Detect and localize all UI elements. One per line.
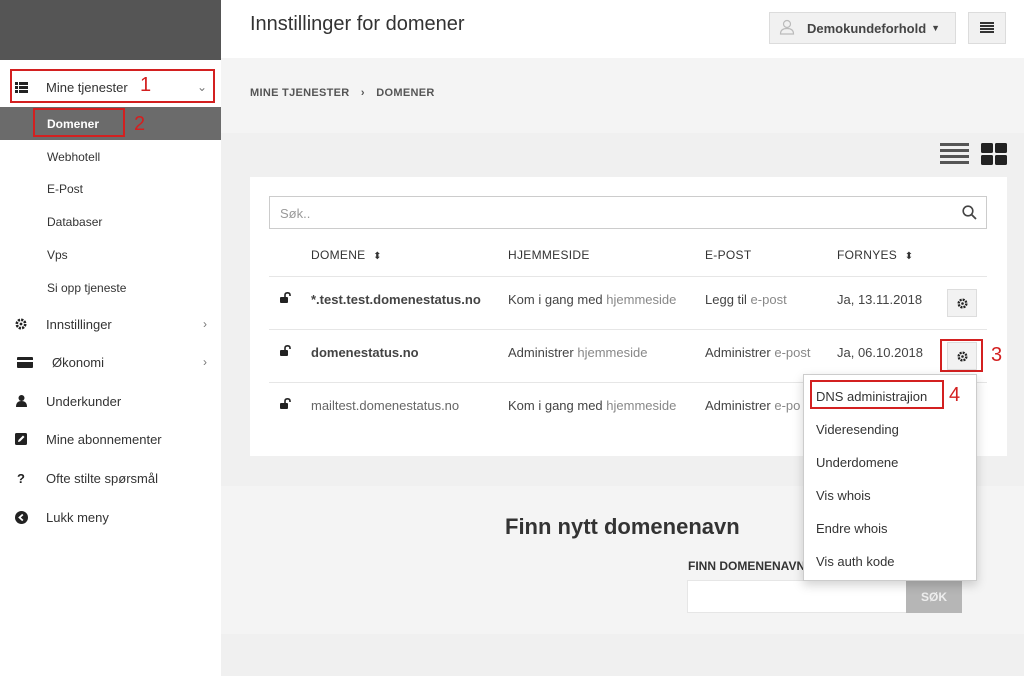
unlocked-icon <box>280 291 292 307</box>
domain-name[interactable]: domenestatus.no <box>311 345 419 360</box>
divider <box>269 276 987 277</box>
account-dropdown-button[interactable]: Demokundeforhold ▼ <box>769 12 956 44</box>
breadcrumb-item-mine-tjenester[interactable]: MINE TJENESTER <box>250 87 350 99</box>
caret-down-icon: ▼ <box>931 23 941 33</box>
website-action[interactable]: Kom i gang med hjemmeside <box>508 292 676 307</box>
renew-date: Ja, 13.11.2018 <box>837 292 923 307</box>
breadcrumb-item-domener: DOMENER <box>376 87 435 99</box>
menu-item-label: Innstillinger <box>46 316 112 332</box>
menu-icon <box>980 21 994 36</box>
column-header-domene[interactable]: DOMENE ⬍ <box>311 248 382 262</box>
question-icon: ? <box>17 470 25 486</box>
menu-item-lukk-meny[interactable]: Lukk meny <box>0 498 221 536</box>
breadcrumb-separator: › <box>360 87 365 99</box>
submenu-item-webhotell[interactable]: Webhotell <box>0 140 221 173</box>
unlocked-icon <box>280 344 292 360</box>
chevron-right-icon: › <box>203 317 207 331</box>
annotation-number-4: 4 <box>949 384 961 406</box>
find-domain-input[interactable] <box>687 580 907 613</box>
dropdown-item-vis-whois[interactable]: Vis whois <box>816 488 871 503</box>
find-domain-label: FINN DOMENENAVN <box>688 559 806 573</box>
row-settings-button[interactable] <box>947 289 977 317</box>
annotation-box-1 <box>10 69 215 103</box>
top-bar: Innstillinger for domener Demokundeforho… <box>221 0 1024 58</box>
menu-item-underkunder[interactable]: Underkunder <box>0 382 221 420</box>
submenu-item-epost[interactable]: E-Post <box>0 172 221 205</box>
search-input[interactable]: Søk.. <box>269 196 987 229</box>
find-domain-search-button[interactable]: SØK <box>906 580 962 613</box>
menu-item-label: Økonomi <box>52 354 105 370</box>
annotation-number-2: 2 <box>134 113 146 135</box>
submenu-item-si-opp[interactable]: Si opp tjeneste <box>0 271 221 304</box>
menu-item-innstillinger[interactable]: Innstillinger › <box>0 305 221 343</box>
menu-item-label: Underkunder <box>46 393 122 409</box>
account-label: Demokundeforhold <box>807 20 927 36</box>
search-icon[interactable] <box>962 205 977 223</box>
divider <box>269 329 987 330</box>
dropdown-item-vis-auth-kode[interactable]: Vis auth kode <box>816 554 895 569</box>
email-action[interactable]: Administrer e-po <box>705 398 800 413</box>
annotation-box-2 <box>33 108 125 137</box>
sort-icon: ⬍ <box>373 251 382 262</box>
sort-icon: ⬍ <box>904 251 914 262</box>
submenu-item-databaser[interactable]: Databaser <box>0 205 221 238</box>
column-header-epost: E-POST <box>705 248 752 262</box>
dropdown-item-underdomene[interactable]: Underdomene <box>816 455 898 470</box>
menu-toggle-button[interactable] <box>968 12 1006 44</box>
credit-card-icon <box>0 356 52 368</box>
view-toggles <box>940 143 1007 169</box>
menu-item-label: Ofte stilte spørsmål <box>46 470 158 486</box>
gear-icon <box>956 297 968 309</box>
menu-item-faq[interactable]: ? Ofte stilte spørsmål <box>0 459 221 497</box>
unlocked-icon <box>280 397 292 413</box>
menu-item-label: Lukk meny <box>46 509 109 525</box>
chevron-right-icon: › <box>203 355 207 369</box>
breadcrumb: MINE TJENESTER › DOMENER <box>221 58 1024 133</box>
annotation-box-4 <box>810 380 944 409</box>
user-outline-icon <box>779 19 795 38</box>
annotation-number-1: 1 <box>140 74 152 96</box>
user-icon <box>0 395 46 407</box>
website-action[interactable]: Administrer hjemmeside <box>508 345 647 360</box>
annotation-number-3: 3 <box>991 344 1003 366</box>
menu-item-label: Mine abonnementer <box>46 431 162 447</box>
dropdown-item-endre-whois[interactable]: Endre whois <box>816 521 888 536</box>
grid-view-icon[interactable] <box>981 143 1007 169</box>
column-header-fornyes[interactable]: FORNYES ⬍ <box>837 248 913 262</box>
email-action[interactable]: Administrer e-post <box>705 345 811 360</box>
domain-name[interactable]: *.test.test.domenestatus.no <box>311 292 481 307</box>
menu-item-mine-abonnementer[interactable]: Mine abonnementer <box>0 420 221 458</box>
list-view-icon[interactable] <box>940 143 969 169</box>
circle-left-icon <box>0 510 46 524</box>
sidebar-logo-area <box>0 0 221 60</box>
edit-square-icon <box>0 433 46 445</box>
annotation-box-3 <box>940 339 983 372</box>
dropdown-item-videresending[interactable]: Videresending <box>816 422 899 437</box>
email-action[interactable]: Legg til e-post <box>705 292 787 307</box>
submenu-item-vps[interactable]: Vps <box>0 238 221 271</box>
search-placeholder: Søk.. <box>280 206 311 221</box>
gear-icon <box>0 318 46 330</box>
column-header-hjemmeside: HJEMMESIDE <box>508 248 590 262</box>
domain-name[interactable]: mailtest.domenestatus.no <box>311 398 459 413</box>
page-title: Innstillinger for domener <box>250 13 465 35</box>
website-action[interactable]: Kom i gang med hjemmeside <box>508 398 676 413</box>
find-domain-title: Finn nytt domenenavn <box>505 514 740 539</box>
renew-date: Ja, 06.10.2018 <box>837 345 924 360</box>
menu-item-okonomi[interactable]: Økonomi › <box>0 343 221 381</box>
